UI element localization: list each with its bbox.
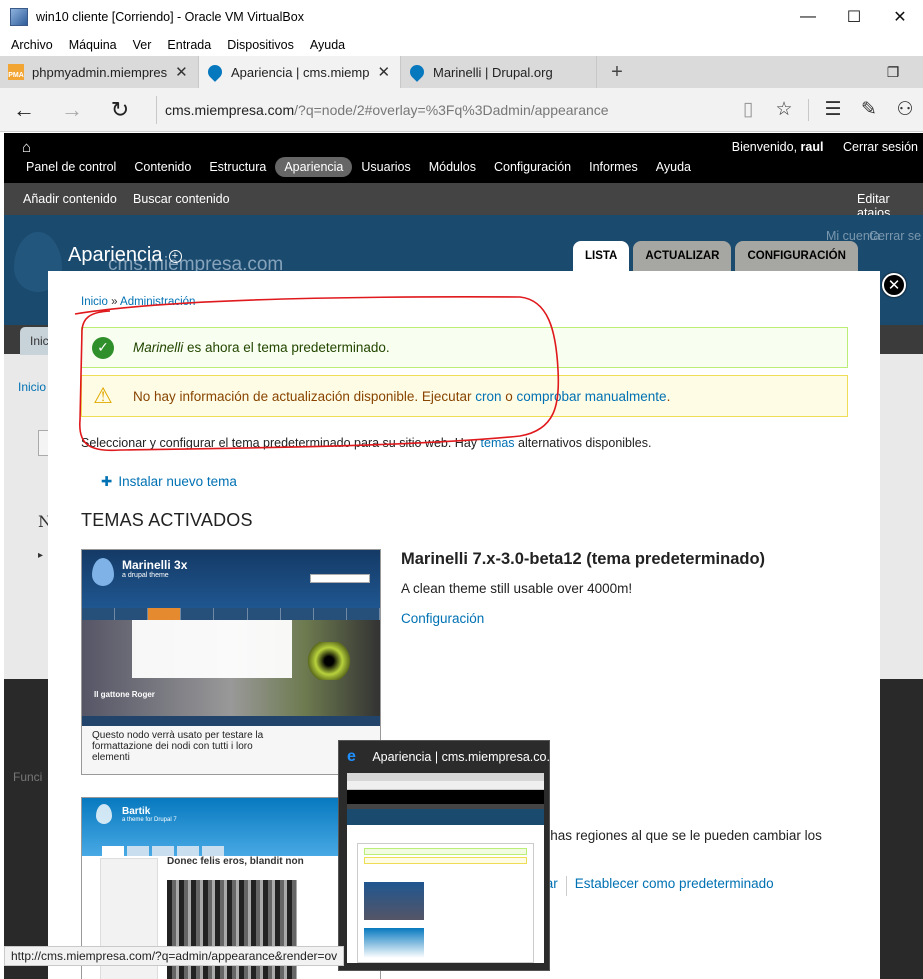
tab-configuracion[interactable]: CONFIGURACIÓN <box>735 241 858 271</box>
theme-description: A clean theme still usable over 4000m! <box>401 581 633 596</box>
drupal-favicon-icon <box>407 62 427 82</box>
plus-icon: ✚ <box>101 474 113 489</box>
cron-link[interactable]: cron <box>475 389 501 404</box>
phpmyadmin-favicon-icon: PMA <box>8 64 24 80</box>
maximize-button[interactable]: ☐ <box>831 0 877 34</box>
section-title: TEMAS ACTIVADOS <box>81 510 253 530</box>
marinelli-screenshot: Marinelli 3x a drupal theme Il gattone Ro… <box>81 549 381 775</box>
background-fragment: ▸ <box>38 550 44 561</box>
menu-maquina[interactable]: Máquina <box>69 38 117 52</box>
overlay-title: Apariencia + <box>68 244 182 267</box>
background-fragment: Inic <box>30 334 49 348</box>
shortcut-add-content[interactable]: Añadir contenido <box>23 192 117 206</box>
add-shortcut-icon[interactable]: + <box>168 250 182 263</box>
background-fragment: Funci <box>13 770 43 784</box>
breadcrumb-administracion[interactable]: Administración <box>120 296 195 308</box>
menu-ver[interactable]: Ver <box>133 38 152 52</box>
background-fragment: Inicio <box>18 380 47 394</box>
browser-tabstrip: PMA phpmyadmin.miempres ✕ Apariencia | c… <box>0 56 923 88</box>
toolbar-contenido[interactable]: Contenido <box>125 157 200 177</box>
drupal-toolbar: ⌂ Panel de control Contenido Estructura … <box>4 133 923 183</box>
install-theme-link[interactable]: ✚ Instalar nuevo tema <box>101 474 237 490</box>
taskbar-thumbnail[interactable]: e Apariencia | cms.miempresa.co... <box>338 740 550 971</box>
address-input[interactable]: cms.miempresa.com/?q=node/2#overlay=%3Fq… <box>165 102 730 118</box>
minimize-button[interactable]: — <box>785 0 831 34</box>
themes-link[interactable]: temas <box>481 436 515 450</box>
close-window-button[interactable]: ✕ <box>877 0 923 34</box>
theme-title: Marinelli 7.x-3.0-beta12 (tema predeterm… <box>401 550 766 568</box>
toolbar-user: Bienvenido, raul Cerrar sesión <box>732 140 918 154</box>
username[interactable]: raul <box>801 140 824 154</box>
home-icon[interactable]: ⌂ <box>22 139 31 156</box>
tab-lista[interactable]: LISTA <box>573 241 630 271</box>
tab-label: phpmyadmin.miempres <box>32 64 168 80</box>
tab-apariencia[interactable]: Apariencia | cms.miemp ✕ <box>199 56 401 88</box>
window-title: win10 cliente [Corriendo] - Oracle VM Vi… <box>36 10 304 24</box>
check-manually-link[interactable]: comprobar manualmente <box>516 389 666 404</box>
share-icon[interactable]: ⚇ <box>887 88 923 132</box>
toolbar-panel[interactable]: Panel de control <box>17 157 125 177</box>
edge-icon: e <box>347 748 356 765</box>
browser-addressbar: ← → ↻ cms.miempresa.com/?q=node/2#overla… <box>0 88 923 132</box>
toolbar-menu: Panel de control Contenido Estructura Ap… <box>17 157 700 177</box>
forward-button[interactable]: → <box>48 88 96 132</box>
vbox-titlebar: win10 cliente [Corriendo] - Oracle VM Vi… <box>0 0 923 34</box>
toolbar-apariencia[interactable]: Apariencia <box>275 157 353 177</box>
checkmark-icon: ✓ <box>92 336 114 359</box>
restore-window-icon[interactable]: ❐ <box>863 56 923 88</box>
drupal-drop-icon <box>96 804 112 824</box>
warning-message: ⚠ No hay información de actualización di… <box>81 375 848 417</box>
welcome-text: Bienvenido, <box>731 140 798 154</box>
url-path: /?q=node/2#overlay=%3Fq%3Dadmin/appearan… <box>294 101 609 118</box>
menu-entrada[interactable]: Entrada <box>167 38 211 52</box>
toolbar-informes[interactable]: Informes <box>580 157 647 177</box>
reading-view-icon[interactable]: ▯ <box>730 88 766 132</box>
set-default-theme-link[interactable]: Establecer como predeterminado <box>575 876 774 896</box>
toolbar-estructura[interactable]: Estructura <box>200 157 275 177</box>
theme-name: Marinelli <box>133 340 184 355</box>
theme-description: uchas regiones al que se le pueden cambi… <box>536 828 822 843</box>
shortcut-find-content[interactable]: Buscar contenido <box>133 192 230 206</box>
tab-marinelli[interactable]: Marinelli | Drupal.org <box>401 56 597 88</box>
status-bar-url: http://cms.miempresa.com/?q=admin/appear… <box>4 946 345 966</box>
close-tab-icon[interactable]: ✕ <box>377 63 390 81</box>
vbox-menubar: Archivo Máquina Ver Entrada Dispositivos… <box>0 34 923 56</box>
theme-settings-link[interactable]: Configuración <box>401 611 484 626</box>
toolbar-usuarios[interactable]: Usuarios <box>352 157 419 177</box>
tab-label: Apariencia | cms.miemp <box>231 64 370 80</box>
drupal-drop-icon <box>92 558 114 586</box>
tab-phpmyadmin[interactable]: PMA phpmyadmin.miempres ✕ <box>0 56 199 88</box>
drupal-favicon-icon <box>205 62 225 82</box>
web-note-icon[interactable]: ✎ <box>851 88 887 132</box>
menu-dispositivos[interactable]: Dispositivos <box>227 38 294 52</box>
thumbnail-title: Apariencia | cms.miempresa.co... <box>372 750 549 764</box>
tab-actualizar[interactable]: ACTUALIZAR <box>633 241 732 271</box>
back-button[interactable]: ← <box>0 88 48 132</box>
shortcuts-bar: Añadir contenido Buscar contenido Editar… <box>4 183 923 220</box>
menu-archivo[interactable]: Archivo <box>11 38 53 52</box>
theme-operations: ivar Establecer como predeterminado <box>536 876 774 896</box>
new-tab-button[interactable]: + <box>597 56 637 88</box>
warning-icon: ⚠ <box>93 383 113 408</box>
toolbar-modulos[interactable]: Módulos <box>420 157 485 177</box>
close-overlay-button[interactable]: ✕ <box>882 273 906 297</box>
overlay-tabs: LISTA ACTUALIZAR CONFIGURACIÓN <box>573 241 862 271</box>
breadcrumb-inicio[interactable]: Inicio <box>81 296 108 308</box>
toolbar-configuracion[interactable]: Configuración <box>485 157 580 177</box>
url-domain: cms.miempresa.com <box>165 101 295 118</box>
menu-ayuda[interactable]: Ayuda <box>310 38 345 52</box>
status-message: ✓ Marinelli es ahora el tema predetermin… <box>81 327 848 368</box>
logout-link[interactable]: Cerrar sesión <box>843 140 918 154</box>
close-tab-icon[interactable]: ✕ <box>175 63 188 81</box>
background-logout: Cerrar se <box>869 229 922 243</box>
virtualbox-icon <box>10 8 28 26</box>
hub-icon[interactable]: ☰ <box>815 88 851 132</box>
tab-label: Marinelli | Drupal.org <box>433 64 553 80</box>
refresh-button[interactable]: ↻ <box>96 88 144 132</box>
page-description: Seleccionar y configurar el tema predete… <box>81 436 652 450</box>
thumbnail-preview <box>347 773 544 963</box>
breadcrumb: Inicio » Administración <box>81 296 196 308</box>
toolbar-ayuda[interactable]: Ayuda <box>647 157 700 177</box>
favorite-star-icon[interactable]: ☆ <box>766 88 802 132</box>
